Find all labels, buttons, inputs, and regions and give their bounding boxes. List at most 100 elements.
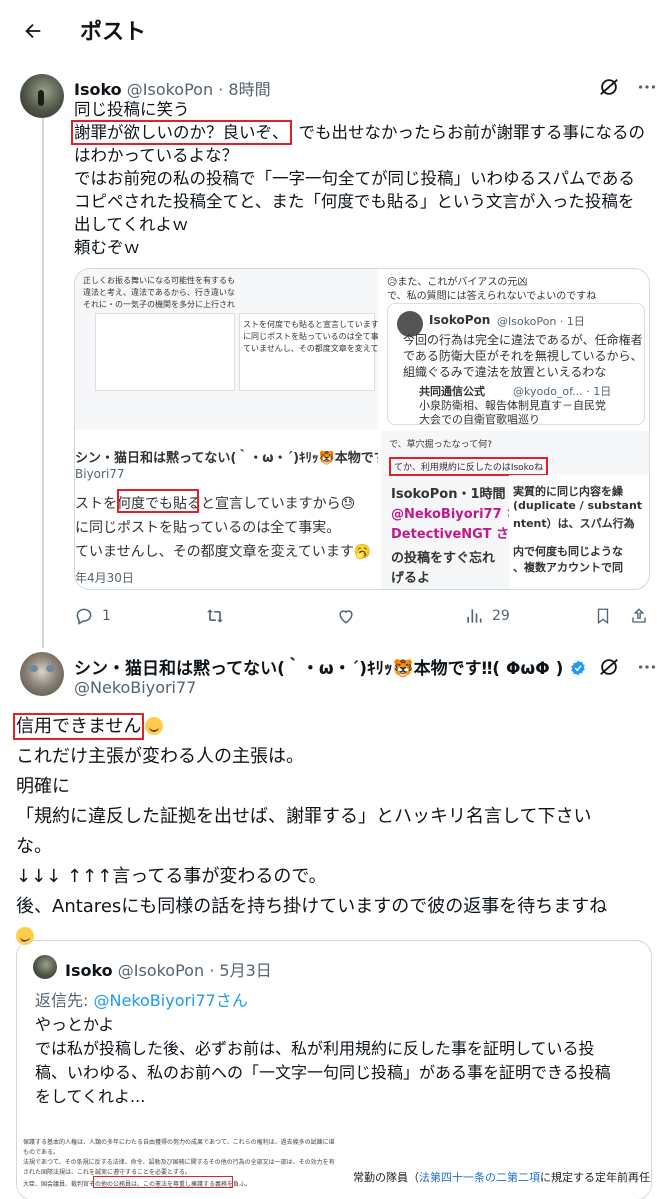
image-text-segment: 常勤の隊員（ — [353, 1171, 419, 1184]
reply-button[interactable]: 1 — [74, 606, 111, 626]
image-text: である防衛大臣がそれを無視しているから、 — [403, 349, 643, 363]
like-button[interactable] — [336, 606, 364, 626]
image-text: IsokoPon — [429, 313, 491, 327]
quoted-post-card[interactable]: Isoko @IsokoPon · 5月3日 返信先: @NekoBiyori7… — [16, 940, 652, 1199]
image-text: 保護する基本的人権は、人類の多年にわたる自由獲得の努力の成果であつて、これらの権… — [23, 1139, 389, 1146]
views-count: 29 — [492, 608, 510, 624]
quoted-image-right: 常勤の隊員（法第四十一条の二第二項に規定する定年前再任用短時間 — [335, 1129, 651, 1199]
image-text: それに・の一気子の機関を多分に上行され — [83, 300, 235, 309]
handle: @IsokoPon — [117, 961, 205, 980]
reply-count: 1 — [102, 608, 111, 624]
heart-icon — [339, 610, 353, 624]
text-line: コピペされた投稿全てと、また「何度でも貼る」という文言が入った投稿を — [74, 192, 635, 211]
post-author-line: Isoko @IsokoPon · 8時間 — [74, 76, 271, 100]
image-text: 😥また、これがバイアスの元凶 — [387, 277, 528, 288]
image-text: Biyori77 — [75, 467, 125, 481]
image-text: DetectiveNGT さ — [391, 527, 510, 542]
image-text: @IsokoPon · 1日 — [497, 315, 585, 328]
image-text: @NekoBiyori77 さ — [391, 507, 520, 522]
image-text: シン・猫日和は黙ってない(｀・ω・´)ｷﾘｯ🐯本物です‼( ΦωΦ ) — [75, 451, 378, 466]
display-name[interactable]: Isoko — [74, 80, 122, 99]
back-arrow-icon[interactable] — [18, 16, 48, 46]
post-text: 信用できません これだけ主張が変わる人の主張は。 明確に 「規約に違反した証拠を… — [12, 712, 656, 952]
media-image-1[interactable]: 正しくお振る舞いになる可能性を有するも 違法と考え、違法であるから、行き違いな … — [75, 269, 378, 429]
image-text: 違法と考え、違法であるから、行き違いな — [83, 288, 235, 297]
image-text: (duplicate / substant — [513, 499, 643, 512]
media-image-3[interactable]: シン・猫日和は黙ってない(｀・ω・´)ｷﾘｯ🐯本物です‼( ΦωΦ ) Biyo… — [75, 431, 378, 589]
image-text: 、複数アカウントで同 — [513, 561, 623, 574]
highlighted-text: 謝罪が欲しいのか？良いぞ、 — [71, 120, 292, 145]
separator: · — [218, 80, 224, 99]
quoted-post-text: やっとかよ では私が投稿した後、必ずお前は、私が利用規約に反した事を証明している… — [35, 1013, 645, 1109]
text-line: な。 — [16, 836, 52, 857]
display-name: Isoko — [65, 961, 113, 980]
more-options-icon[interactable] — [636, 76, 658, 98]
hugging-face-emoji-icon — [145, 717, 164, 735]
image-text: 正しくお振る舞いになる可能性を有するも — [83, 276, 235, 285]
grok-icon[interactable] — [598, 76, 620, 98]
text-line: ↓↓↓ ↑↑↑言ってる事が変わるので。 — [16, 866, 327, 887]
thread-connector-line — [42, 118, 44, 648]
image-text: の投稿をすぐ忘れ — [391, 551, 496, 566]
avatar — [33, 955, 57, 979]
more-options-icon[interactable] — [636, 656, 658, 678]
bookmark-button[interactable] — [594, 606, 612, 626]
timestamp[interactable]: 8時間 — [228, 80, 270, 99]
post-media-grid[interactable]: 正しくお振る舞いになる可能性を有するも 違法と考え、違法であるから、行き違いな … — [74, 268, 650, 590]
post-action-bar: 1 29 — [74, 606, 646, 630]
image-text-link: 法第四十一条の二第二項 — [419, 1171, 540, 1184]
avatar[interactable] — [20, 652, 64, 696]
avatar[interactable] — [20, 74, 64, 118]
handle[interactable]: @NekoBiyori77 — [74, 678, 196, 697]
media-image-4[interactable]: で、草穴掘ったなって何? てか、利用規約に反したのはIsokoね IsokoPo… — [381, 431, 649, 589]
image-text: で、草穴掘ったなって何? — [389, 440, 492, 450]
image-text: IsokoPon・1時間 — [391, 487, 506, 502]
image-text: に同じポストを貼っているのは全て事実。 — [243, 332, 378, 341]
text-line: 同じ投稿に笑う — [74, 100, 190, 119]
image-text: された国際法規は、これを誠実に遵守することを必要とする。 — [23, 1169, 191, 1176]
views-button[interactable]: 29 — [464, 606, 510, 626]
text-line: 出してくれよｗ — [74, 215, 189, 234]
image-text: ていませんし、その都度文章を変えています🥱 — [75, 544, 372, 560]
image-text-segment: に規定する定年前再任用短時間 — [540, 1171, 651, 1184]
highlighted-text: 信用できません — [12, 713, 145, 740]
image-text: 実質的に同じ内容を繰 — [513, 485, 623, 498]
image-text: ものである。 — [23, 1149, 59, 1156]
share-icon — [632, 608, 646, 623]
reply-to-label: 返信先: — [35, 991, 89, 1010]
display-name[interactable]: シン・猫日和は黙ってない(｀・ω・´)ｷﾘｯ🐯本物です‼( ΦωΦ ) — [74, 659, 563, 679]
reply-to-handle[interactable]: @NekoBiyori77さん — [94, 991, 248, 1010]
text-line: 信用できません — [12, 712, 656, 742]
image-text: ntent）は、スパム行為 — [513, 517, 635, 530]
text-line: をしてくれよ... — [35, 1087, 146, 1106]
grok-icon[interactable] — [598, 656, 620, 678]
handle[interactable]: @IsokoPon — [127, 80, 213, 99]
media-image-2[interactable]: 😥また、これがバイアスの元凶 で、私の質問には答えられないでよいのですね Iso… — [381, 269, 649, 429]
text-line: 明確に — [16, 776, 70, 797]
bookmark-icon — [597, 608, 609, 625]
text-line: はわかっているよな？ — [74, 146, 239, 165]
timestamp: 5月3日 — [219, 961, 272, 980]
top-bar: ポスト — [0, 0, 670, 62]
image-text: 大会での自衛官歌唱巡り — [419, 413, 540, 426]
separator: · — [209, 961, 215, 980]
image-text: 組織ぐるみで違法を放置といえるわな — [403, 365, 607, 379]
text-line: 「規約に違反した証拠を出せば、謝罪する」とハッキリ名言して下さい — [16, 806, 592, 827]
text-line: 頼むぞｗ — [74, 238, 140, 257]
text-line: やっとかよ — [35, 1015, 115, 1034]
post-text: 同じ投稿に笑う 謝罪が欲しいのか？良いぞ、 でも出せなかったらお前が謝罪する事にな… — [71, 98, 654, 259]
image-text: に同じポストを貼っているのは全て事実。 — [75, 520, 341, 536]
page-title: ポスト — [80, 20, 147, 45]
repost-icon — [207, 609, 223, 623]
verified-badge-icon — [570, 660, 585, 676]
quoted-author-line: Isoko @IsokoPon · 5月3日 — [65, 957, 272, 981]
image-text: 今回の行為は完全に違法であるが、任命権者 — [403, 333, 643, 347]
image-text: ていませんし、その都度文章を変えています — [243, 344, 378, 353]
image-text: てか、利用規約に反したのはIsokoね — [389, 457, 549, 476]
image-text: で、私の質問には答えられないでよいのですね — [387, 291, 597, 302]
image-text: ストを何度でも貼ると宣言していますから — [243, 320, 378, 329]
image-text: 内で何度も同じような — [513, 545, 623, 558]
share-button[interactable] — [630, 606, 648, 626]
repost-button[interactable] — [204, 606, 234, 626]
quoted-media-strip[interactable]: 保護する基本的人権は、人類の多年にわたる自由獲得の努力の成果であつて、これらの権… — [17, 1129, 651, 1199]
